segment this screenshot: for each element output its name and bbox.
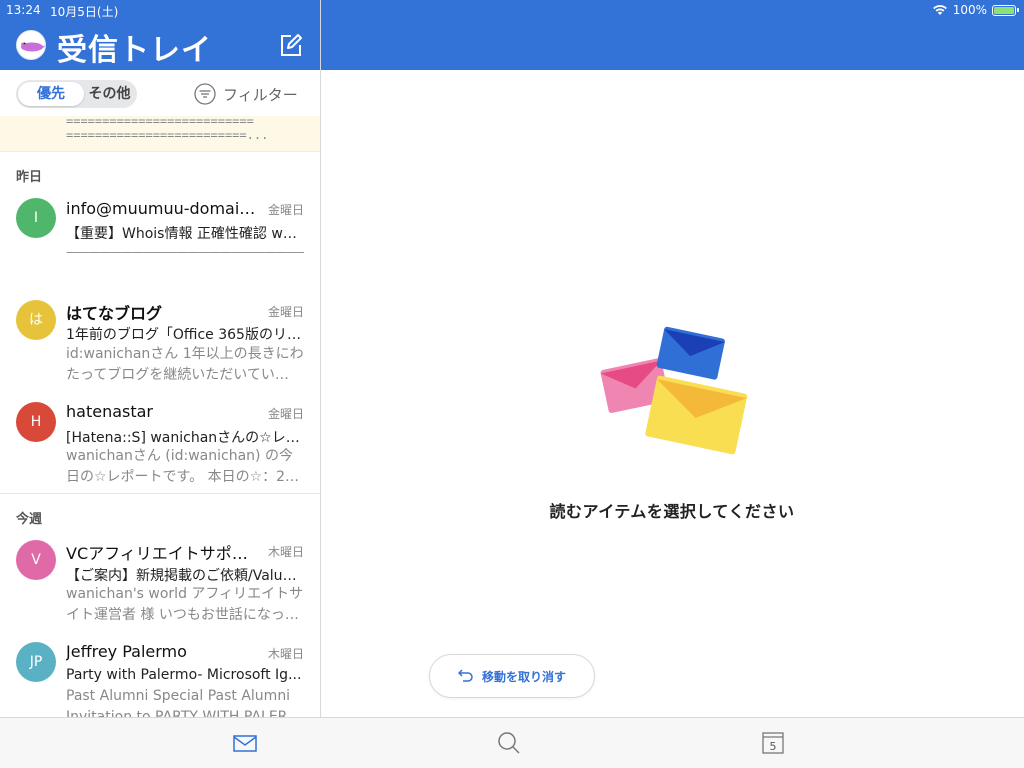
battery-icon <box>992 4 1019 16</box>
received-day: 木曜日 <box>267 545 304 559</box>
filter-button[interactable]: フィルター <box>194 82 298 106</box>
empty-reading-pane-message: 読むアイテムを選択してください <box>549 502 795 521</box>
envelopes-illustration-icon <box>600 326 748 455</box>
tab-calendar[interactable]: 5 <box>760 730 786 756</box>
message-subject: 【重要】Whois情報 正確性確認 wa... <box>66 226 304 242</box>
search-icon <box>498 732 520 754</box>
mail-icon <box>233 735 257 752</box>
page-title: 受信トレイ <box>57 33 212 68</box>
undo-icon <box>458 669 473 682</box>
undo-move-button[interactable]: 移動を取り消す <box>429 654 595 698</box>
sender-avatar: I <box>16 198 56 238</box>
pinned-message-preview[interactable]: ========================== =============… <box>0 114 320 152</box>
tab-mail[interactable] <box>232 730 258 756</box>
preview-line: ========================== <box>66 114 254 128</box>
status-date: 10月5日(土) <box>50 5 119 19</box>
sender-avatar: H <box>16 402 56 442</box>
message-preview: id:wanichanさん 1年以上の長きにわたってブログを継続いただいてい… <box>66 346 304 383</box>
undo-move-label: 移動を取り消す <box>481 669 566 684</box>
message-list-item[interactable]: V VCアフィリエイトサポート 木曜日 【ご案内】新規掲載のご依頼/Value.… <box>0 530 320 630</box>
message-list-item[interactable]: I info@muumuu-domain.... 金曜日 【重要】Whois情報… <box>0 188 320 288</box>
pane-divider <box>320 0 321 718</box>
preview-line: =========================... <box>66 128 269 142</box>
message-preview: ————————————————————————————————… <box>66 245 304 259</box>
received-day: 金曜日 <box>267 305 304 319</box>
sender-name: VCアフィリエイトサポート <box>66 544 262 563</box>
filter-icon <box>194 83 216 105</box>
calendar-icon: 5 <box>762 732 784 754</box>
tab-other[interactable]: その他 <box>84 82 135 106</box>
message-list-item[interactable]: は はてなブログ 金曜日 1年前のブログ「Office 365版のリ… id:w… <box>0 290 320 390</box>
message-subject: Party with Palermo- Microsoft Ig... <box>66 667 302 683</box>
sender-name: info@muumuu-domain.... <box>66 199 262 218</box>
message-list-item[interactable]: H hatenastar 金曜日 [Hatena::S] wanichanさんの… <box>0 392 320 492</box>
wifi-icon <box>932 5 947 15</box>
message-subject: 1年前のブログ「Office 365版のリ… <box>66 327 301 343</box>
message-preview: Past Alumni Special Past Alumni Invitati… <box>66 688 302 718</box>
status-right: 100% <box>932 3 1019 17</box>
message-preview: wanichan's world アフィリエイトサイト運営者 様 いつもお世話に… <box>66 586 304 623</box>
battery-percent: 100% <box>952 3 987 17</box>
account-avatar[interactable] <box>16 30 46 60</box>
received-day: 金曜日 <box>267 407 304 421</box>
received-day: 木曜日 <box>267 647 304 661</box>
sender-name: hatenastar <box>66 402 153 421</box>
section-separator <box>0 493 320 494</box>
tab-search[interactable] <box>496 730 522 756</box>
sender-name: Jeffrey Palermo <box>66 642 187 661</box>
sender-avatar: JP <box>16 642 56 682</box>
sender-avatar: は <box>16 300 56 340</box>
section-header-yesterday: 昨日 <box>16 170 43 185</box>
message-subject: 【ご案内】新規掲載のご依頼/Value... <box>66 568 304 584</box>
sender-avatar: V <box>16 540 56 580</box>
message-preview: wanichanさん (id:wanichan) の今日の☆レポートです。 本日… <box>66 448 300 485</box>
message-list-item[interactable]: JP Jeffrey Palermo 木曜日 Party with Palerm… <box>0 632 320 718</box>
received-day: 金曜日 <box>267 203 304 217</box>
calendar-day-number: 5 <box>770 740 777 753</box>
status-time: 13:24 <box>6 3 41 17</box>
sender-name: はてなブログ <box>66 304 163 323</box>
compose-button[interactable] <box>278 32 304 58</box>
compose-icon <box>281 34 302 56</box>
tab-focused[interactable]: 優先 <box>18 82 84 106</box>
message-subject: [Hatena::S] wanichanさんの☆レ… <box>66 430 300 446</box>
section-header-this-week: 今週 <box>16 512 43 527</box>
filter-label: フィルター <box>223 85 298 104</box>
focused-other-switch: 優先 その他 <box>16 80 137 108</box>
bottom-tab-bar: 5 <box>0 717 1024 768</box>
